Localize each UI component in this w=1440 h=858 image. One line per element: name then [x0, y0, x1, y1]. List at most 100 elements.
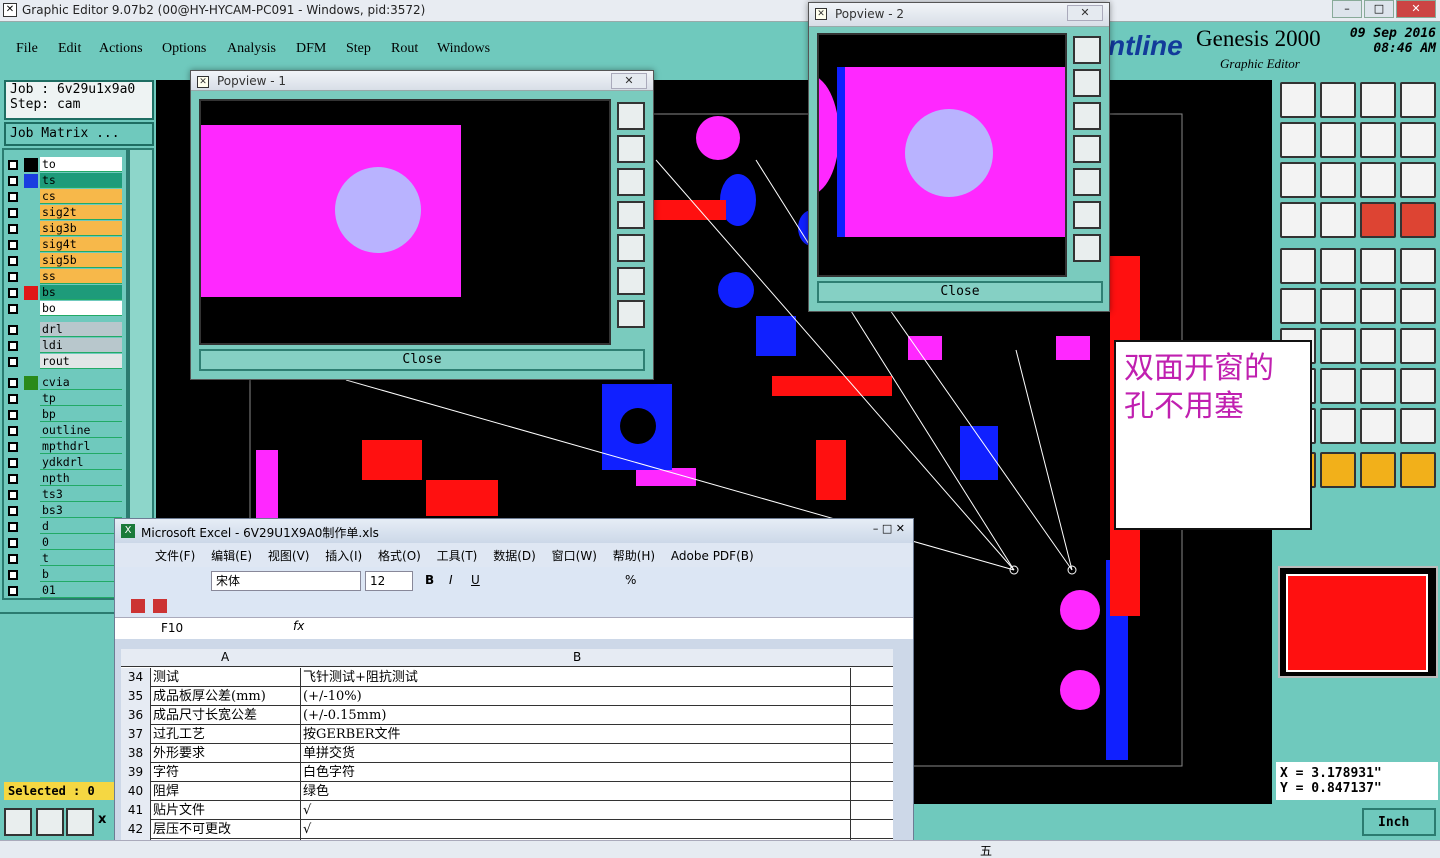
layer-checkbox[interactable]: [8, 474, 18, 484]
table-row[interactable]: 36 成品尺寸长宽公差 (+/-0.15mm): [121, 706, 893, 725]
layer-row[interactable]: ss: [6, 269, 126, 285]
cell-b[interactable]: (+/-10%): [303, 687, 851, 706]
frame-icon[interactable]: [1400, 368, 1436, 404]
layer-row[interactable]: sig2t: [6, 205, 126, 221]
layer-name[interactable]: rout: [40, 354, 122, 369]
layer-row[interactable]: sig4t: [6, 237, 126, 253]
row-number[interactable]: 37: [121, 725, 151, 744]
layer-name[interactable]: cs: [40, 189, 122, 204]
mirror-icon[interactable]: [1400, 122, 1436, 158]
row-number[interactable]: 34: [121, 668, 151, 687]
pdf-icon[interactable]: [131, 599, 145, 613]
layer-row[interactable]: ts3: [6, 487, 126, 503]
layer-row[interactable]: npth: [6, 471, 126, 487]
layer-checkbox[interactable]: [8, 304, 18, 314]
move-right-icon[interactable]: [1320, 122, 1356, 158]
home-icon[interactable]: [1360, 82, 1396, 118]
row-number[interactable]: 39: [121, 763, 151, 782]
layer-name[interactable]: npth: [40, 471, 122, 486]
cell-a[interactable]: 过孔工艺: [153, 725, 301, 744]
row-number[interactable]: 36: [121, 706, 151, 725]
layer-name[interactable]: ts: [40, 173, 122, 188]
col-header-a[interactable]: A: [221, 650, 229, 664]
menu-step[interactable]: Step: [346, 41, 371, 57]
font-select[interactable]: 宋体: [211, 571, 361, 591]
zoom-out-icon[interactable]: [1073, 234, 1101, 262]
layer-row[interactable]: outline: [6, 423, 126, 439]
cell-b[interactable]: 白色字符: [303, 763, 851, 782]
excel-menu-file[interactable]: 文件(F): [155, 549, 195, 563]
excel-menu-view[interactable]: 视图(V): [268, 549, 310, 563]
layer-name[interactable]: b: [40, 567, 122, 582]
layer-name[interactable]: mpthdrl: [40, 439, 122, 454]
unit-button[interactable]: Inch: [1362, 808, 1436, 836]
layer-row[interactable]: b: [6, 567, 126, 583]
cell-b[interactable]: 按GERBER文件: [303, 725, 851, 744]
move-left-icon[interactable]: [1280, 122, 1316, 158]
table-row[interactable]: 41 贴片文件 √: [121, 801, 893, 820]
layer-name[interactable]: ts3: [40, 487, 122, 502]
cell-b[interactable]: √: [303, 801, 851, 820]
rotate-icon[interactable]: [1360, 328, 1396, 364]
layer-checkbox[interactable]: [8, 538, 18, 548]
layer-row[interactable]: cs: [6, 189, 126, 205]
slash-icon[interactable]: [1320, 328, 1356, 364]
layer-checkbox[interactable]: [8, 490, 18, 500]
popview-1-canvas[interactable]: [199, 99, 611, 345]
layer-row[interactable]: rout: [6, 354, 126, 370]
row-number[interactable]: 41: [121, 801, 151, 820]
excel-menu-help[interactable]: 帮助(H): [613, 549, 655, 563]
layer-row[interactable]: d: [6, 519, 126, 535]
layer-row[interactable]: cvia: [6, 375, 126, 391]
row-number[interactable]: 40: [121, 782, 151, 801]
swap-icon[interactable]: [1360, 122, 1396, 158]
center-icon[interactable]: [1320, 162, 1356, 198]
layer-checkbox[interactable]: [8, 570, 18, 580]
zoom-out-icon[interactable]: [617, 300, 645, 328]
move-down-icon[interactable]: [1320, 82, 1356, 118]
excel-window-buttons[interactable]: – □ ✕: [873, 522, 905, 535]
layer-name[interactable]: ydkdrl: [40, 455, 122, 470]
layer-row[interactable]: ldi: [6, 338, 126, 354]
pan-right-icon[interactable]: [617, 234, 645, 262]
font-size-select[interactable]: 12: [365, 571, 413, 591]
arrow-d-icon[interactable]: [1400, 408, 1436, 444]
table-row[interactable]: 37 过孔工艺 按GERBER文件: [121, 725, 893, 744]
cell-b[interactable]: (+/-0.15mm): [303, 706, 851, 725]
layer-checkbox[interactable]: [8, 224, 18, 234]
layer-row[interactable]: bs: [6, 285, 126, 301]
layer-row[interactable]: t: [6, 551, 126, 567]
row-number[interactable]: 38: [121, 744, 151, 763]
row-number[interactable]: 35: [121, 687, 151, 706]
cursor2-icon[interactable]: [1320, 452, 1356, 488]
point-icon[interactable]: [1400, 248, 1436, 284]
menu-windows[interactable]: Windows: [437, 41, 490, 57]
sheet-grid[interactable]: A B 34 测试 飞针测试+阻抗测试 35 成品板厚公差(mm) (+/-10%) 36 成…: [121, 649, 893, 858]
layer-name[interactable]: bs3: [40, 503, 122, 518]
zoom-fit-icon[interactable]: [36, 808, 64, 836]
zoom-tool-icon[interactable]: [1073, 36, 1101, 64]
cell-a[interactable]: 成品板厚公差(mm): [153, 687, 301, 706]
layer-row[interactable]: sig5b: [6, 253, 126, 269]
pan-right-icon[interactable]: [1073, 168, 1101, 196]
layer-checkbox[interactable]: [8, 378, 18, 388]
layer-name[interactable]: ss: [40, 269, 122, 284]
layer-checkbox[interactable]: [8, 208, 18, 218]
cell-a[interactable]: 贴片文件: [153, 801, 301, 820]
cursor3-icon[interactable]: [1360, 452, 1396, 488]
cell-b[interactable]: √: [303, 820, 851, 839]
menu-edit[interactable]: Edit: [58, 41, 81, 57]
pan-up-icon[interactable]: [1073, 69, 1101, 97]
table-row[interactable]: 38 外形要求 单拼交货: [121, 744, 893, 763]
layer-row[interactable]: tp: [6, 391, 126, 407]
layer-name[interactable]: tp: [40, 391, 122, 406]
popview-2-close-button[interactable]: Close: [817, 281, 1103, 303]
pdf-mail-icon[interactable]: [153, 599, 167, 613]
fit-icon[interactable]: [1280, 162, 1316, 198]
layer-name[interactable]: to: [40, 157, 122, 172]
menu-actions[interactable]: Actions: [99, 41, 143, 57]
grid-icon[interactable]: [66, 808, 94, 836]
popview-1-close-button[interactable]: Close: [199, 349, 645, 371]
layer-red-icon[interactable]: [1360, 202, 1396, 238]
layer-checkbox[interactable]: [8, 176, 18, 186]
